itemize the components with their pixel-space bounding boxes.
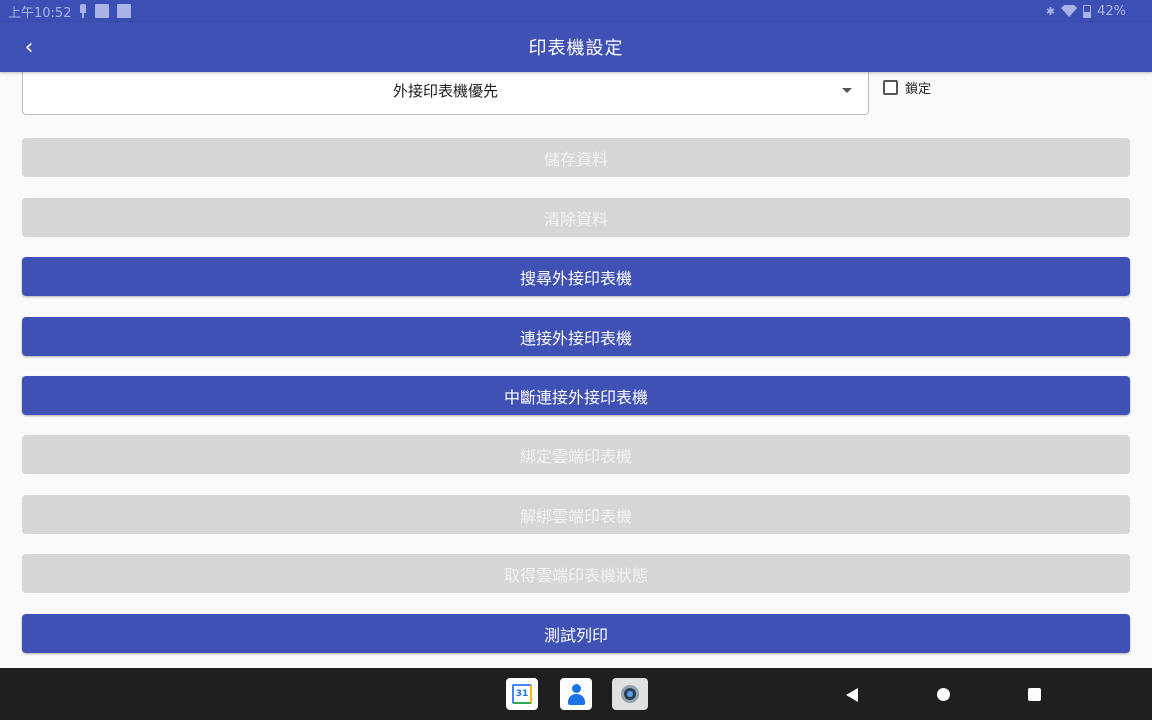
disconnect-printer-button[interactable]: 中斷連接外接印表機 bbox=[22, 376, 1130, 415]
battery-icon bbox=[1083, 4, 1092, 18]
contacts-app-icon[interactable] bbox=[560, 678, 592, 710]
button-label: 解綁雲端印表機 bbox=[519, 506, 632, 526]
person-body-icon bbox=[568, 694, 585, 705]
bind-cloud-printer-button[interactable]: 綁定雲端印表機 bbox=[22, 435, 1130, 474]
pin-icon bbox=[79, 4, 87, 18]
button-label: 儲存資料 bbox=[543, 149, 608, 169]
battery-level: 42% bbox=[1097, 3, 1126, 19]
notification-icon bbox=[95, 4, 110, 18]
chevron-left-icon: ‹ bbox=[24, 34, 34, 60]
settings-content: 外接印表機優先 鎖定 儲存資料 清除資料 搜尋外接印表機 連接外接印表機 中斷連… bbox=[0, 72, 1152, 668]
app-bar: ‹ 印表機設定 bbox=[0, 22, 1152, 72]
dropdown-arrow-icon bbox=[842, 88, 852, 93]
calendar-app-icon[interactable]: 31 bbox=[506, 678, 538, 710]
button-label: 清除資料 bbox=[543, 209, 608, 229]
nav-home-icon[interactable] bbox=[937, 688, 950, 701]
printer-mode-dropdown[interactable]: 外接印表機優先 bbox=[22, 72, 869, 115]
printer-mode-value: 外接印表機優先 bbox=[392, 82, 498, 100]
camera-lens-icon bbox=[621, 685, 639, 703]
button-label: 測試列印 bbox=[543, 625, 608, 645]
bluetooth-icon: ✱ bbox=[1045, 4, 1056, 18]
system-nav-bar: 31 bbox=[0, 668, 1152, 720]
clear-data-button[interactable]: 清除資料 bbox=[22, 198, 1130, 237]
checkbox-icon[interactable] bbox=[883, 80, 898, 95]
button-label: 連接外接印表機 bbox=[519, 328, 632, 348]
button-label: 搜尋外接印表機 bbox=[519, 268, 632, 288]
test-print-button[interactable]: 測試列印 bbox=[22, 614, 1130, 653]
status-bar: 上午10:52 ✱ 42% bbox=[0, 0, 1152, 22]
lock-label: 鎖定 bbox=[905, 82, 932, 97]
button-label: 綁定雲端印表機 bbox=[519, 446, 632, 466]
nav-recents-icon[interactable] bbox=[1028, 688, 1041, 701]
wifi-icon bbox=[1061, 5, 1078, 17]
unbind-cloud-printer-button[interactable]: 解綁雲端印表機 bbox=[22, 495, 1130, 534]
page-title: 印表機設定 bbox=[528, 38, 624, 59]
lock-checkbox[interactable]: 鎖定 bbox=[883, 78, 931, 97]
button-label: 取得雲端印表機狀態 bbox=[503, 565, 648, 585]
notification-icon bbox=[117, 4, 132, 18]
button-label: 中斷連接外接印表機 bbox=[503, 387, 648, 407]
save-data-button[interactable]: 儲存資料 bbox=[22, 138, 1130, 177]
person-head-icon bbox=[572, 684, 581, 693]
calendar-day: 31 bbox=[512, 684, 532, 704]
search-printer-button[interactable]: 搜尋外接印表機 bbox=[22, 257, 1130, 296]
status-time: 上午10:52 bbox=[8, 5, 72, 21]
nav-back-icon[interactable] bbox=[846, 688, 858, 702]
cloud-printer-status-button[interactable]: 取得雲端印表機狀態 bbox=[22, 554, 1130, 593]
camera-app-icon[interactable] bbox=[612, 678, 648, 710]
connect-printer-button[interactable]: 連接外接印表機 bbox=[22, 317, 1130, 356]
back-button[interactable]: ‹ bbox=[14, 32, 44, 62]
